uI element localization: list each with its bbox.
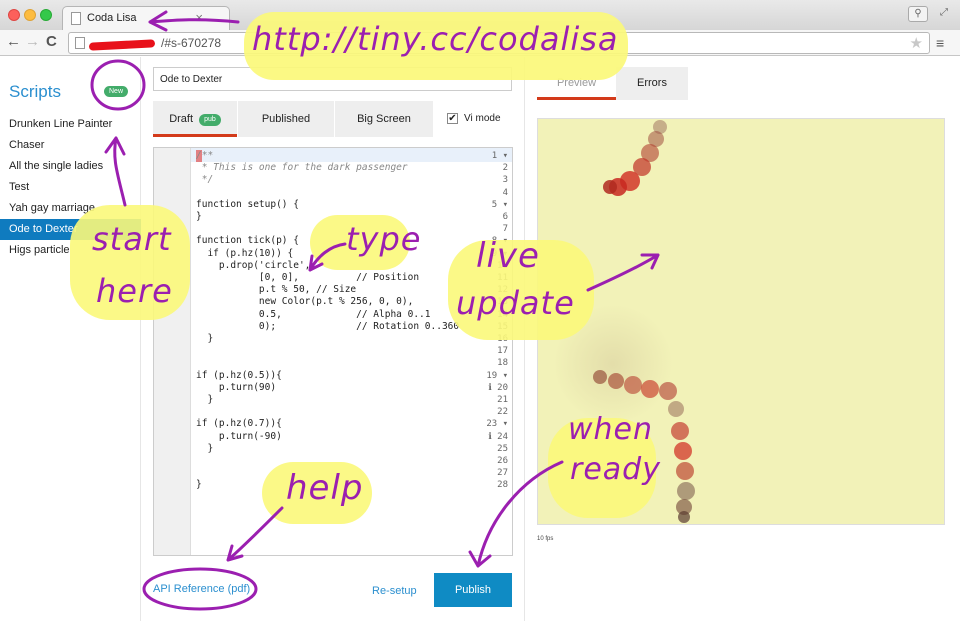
window-maximize-button[interactable] [40, 9, 52, 21]
code-line: if (p.hz(10)) { [196, 247, 294, 259]
url-text: /#s-670278 [161, 36, 222, 50]
forward-arrow-icon[interactable]: → [25, 33, 40, 50]
annotation-ready: ready [570, 452, 661, 487]
code-line: if (p.hz(0.7)){ [196, 418, 282, 430]
dot-trail-top [603, 120, 667, 196]
code-line: * This is one for the dark passenger [196, 162, 408, 174]
new-script-button[interactable]: New [104, 86, 129, 97]
code-line: [0, 0], // Position [196, 272, 420, 283]
line-number: 5 ▾ [491, 199, 508, 210]
code-line: */ [196, 174, 214, 186]
line-number: ℹ 20 [488, 382, 508, 393]
tab-published[interactable]: Published [238, 101, 334, 137]
code-line: p.turn(-90) [196, 430, 282, 442]
tab-draft-label: Draft [169, 113, 194, 125]
vi-mode-checkbox[interactable]: ✔ [447, 113, 458, 124]
line-number: 1 ▾ [491, 151, 508, 161]
code-line: } [196, 394, 214, 405]
line-number: 25 [497, 443, 508, 454]
browser-tab[interactable]: Coda Lisa × [62, 6, 230, 30]
code-line: /** [196, 150, 214, 161]
pub-badge: pub [199, 114, 221, 126]
code-line: p.t % 50, // Size [196, 284, 357, 296]
bookmark-star-icon[interactable]: ★ [910, 34, 923, 52]
code-line: } [196, 479, 202, 491]
publish-button[interactable]: Publish [434, 573, 512, 607]
sidebar-item-test[interactable]: Test [0, 177, 141, 198]
window-close-button[interactable] [8, 9, 20, 21]
line-number: 4 [502, 187, 508, 198]
line-number: 27 [497, 468, 508, 479]
line-number: 7 [502, 224, 508, 235]
code-line: } [196, 333, 214, 344]
code-line: p.turn(90) [196, 381, 277, 393]
line-number: 26 [497, 456, 508, 466]
profile-button[interactable]: ⚲ [908, 6, 928, 22]
fps-counter: 10 fps [537, 536, 554, 542]
code-line: } [196, 211, 202, 222]
scripts-sidebar: Scripts New Drunken Line Painter Chaser … [0, 57, 141, 621]
annotation-help: help [286, 468, 364, 508]
resetup-button[interactable]: Re-setup [372, 585, 417, 597]
annotation-live: live [476, 236, 540, 276]
code-line: new Color(p.t % 256, 0, 0), [196, 296, 414, 308]
code-line: 0.5, // Alpha 0..1 [196, 308, 431, 320]
line-number: 19 ▾ [486, 370, 508, 381]
window-minimize-button[interactable] [24, 9, 36, 21]
annotation-update: update [456, 284, 575, 322]
line-number: 21 [497, 395, 508, 405]
annotation-start: start [92, 220, 172, 258]
menu-icon[interactable]: ≡ [936, 35, 944, 51]
annotation-when: when [568, 412, 654, 447]
sidebar-item-drunken-line-painter[interactable]: Drunken Line Painter [0, 114, 141, 135]
reload-icon[interactable]: C [46, 33, 57, 50]
sidebar-title: Scripts [9, 82, 61, 101]
tab-big-screen[interactable]: Big Screen [335, 101, 433, 137]
vi-mode-label: Vi mode [464, 113, 501, 124]
fullscreen-icon[interactable]: ⤢ [934, 6, 954, 22]
tab-close-icon[interactable]: × [195, 10, 203, 25]
code-line: if (p.hz(0.5)){ [196, 369, 282, 381]
line-number: 2 [502, 163, 508, 174]
code-line: function setup() { [196, 198, 299, 210]
back-arrow-icon[interactable]: ← [6, 33, 21, 50]
code-line: } [196, 442, 214, 454]
sidebar-item-all-the-single-ladies[interactable]: All the single ladies [0, 156, 141, 177]
api-reference-link[interactable]: API Reference (pdf) [153, 583, 250, 595]
tab-title: Coda Lisa [87, 12, 137, 24]
code-line: p.drop('circle', [196, 259, 311, 271]
line-number: ℹ 24 [488, 431, 508, 442]
sidebar-item-chaser[interactable]: Chaser [0, 135, 141, 156]
page-icon [75, 37, 85, 49]
line-number: 3 [502, 175, 508, 186]
page-icon [71, 12, 81, 25]
url-redaction [88, 39, 156, 51]
line-number: 18 [497, 358, 508, 369]
annotation-type: type [346, 220, 422, 258]
code-line: function tick(p) { [196, 235, 299, 247]
line-number: 23 ▾ [486, 419, 508, 430]
code-line: 0); // Rotation 0..360 [196, 320, 460, 332]
line-number: 28 [497, 480, 508, 491]
annotation-url: http://tiny.cc/codalisa [252, 20, 619, 58]
line-number: 6 [502, 212, 508, 222]
tab-draft[interactable]: Draft pub [153, 101, 237, 137]
annotation-here: here [96, 272, 173, 310]
line-number: 17 [497, 346, 508, 357]
tab-errors[interactable]: Errors [616, 67, 688, 100]
line-number: 22 [497, 407, 508, 418]
